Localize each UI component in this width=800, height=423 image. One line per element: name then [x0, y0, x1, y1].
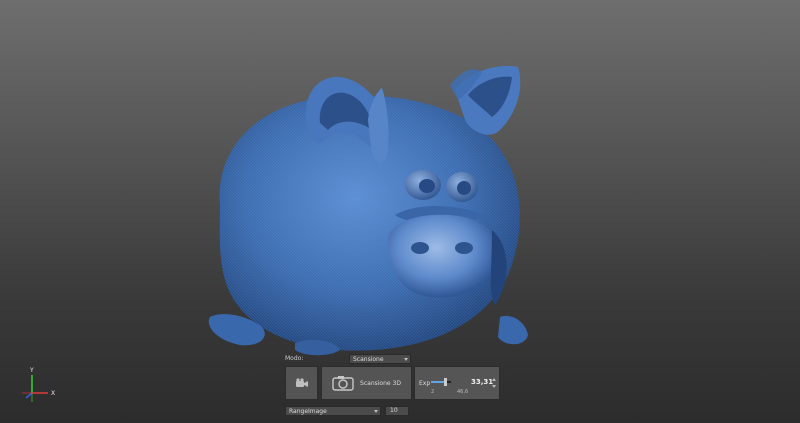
exposure-min: 2	[431, 389, 435, 395]
output-type-value: RangeImage	[289, 408, 327, 415]
scan-3d-label: Scansione 3D	[360, 379, 401, 387]
exposure-label: Exp	[419, 380, 431, 387]
mode-select[interactable]: Scansione	[349, 354, 411, 364]
camera-preview-button[interactable]	[285, 366, 318, 400]
exposure-value: 33,31	[471, 378, 494, 386]
chevron-down-icon	[404, 358, 408, 361]
video-camera-icon	[295, 378, 308, 387]
mode-select-value: Scansione	[353, 356, 384, 363]
spin-down-icon[interactable]	[492, 385, 496, 388]
x-axis-label: X	[51, 390, 55, 397]
output-type-select[interactable]: RangeImage	[285, 406, 381, 416]
scan-3d-button[interactable]: Scansione 3D	[321, 366, 412, 400]
exposure-slider-fill	[431, 381, 445, 383]
resolution-field[interactable]: 10	[385, 406, 409, 416]
chevron-down-icon	[374, 410, 378, 413]
axis-gizmo: Y X	[22, 367, 55, 402]
exposure-slider[interactable]	[431, 378, 451, 386]
scanned-pig-model[interactable]	[200, 55, 540, 360]
exposure-control: Exp 33,31 2 46,6	[414, 366, 500, 400]
exposure-spinner[interactable]	[491, 377, 498, 391]
photo-camera-icon	[332, 376, 354, 391]
exposure-max: 46,6	[457, 389, 469, 395]
mode-label: Modo:	[285, 355, 304, 362]
spin-up-icon[interactable]	[492, 378, 496, 381]
exposure-slider-handle[interactable]	[444, 378, 447, 386]
y-axis-label: Y	[29, 367, 34, 374]
z-axis-line	[25, 392, 33, 399]
